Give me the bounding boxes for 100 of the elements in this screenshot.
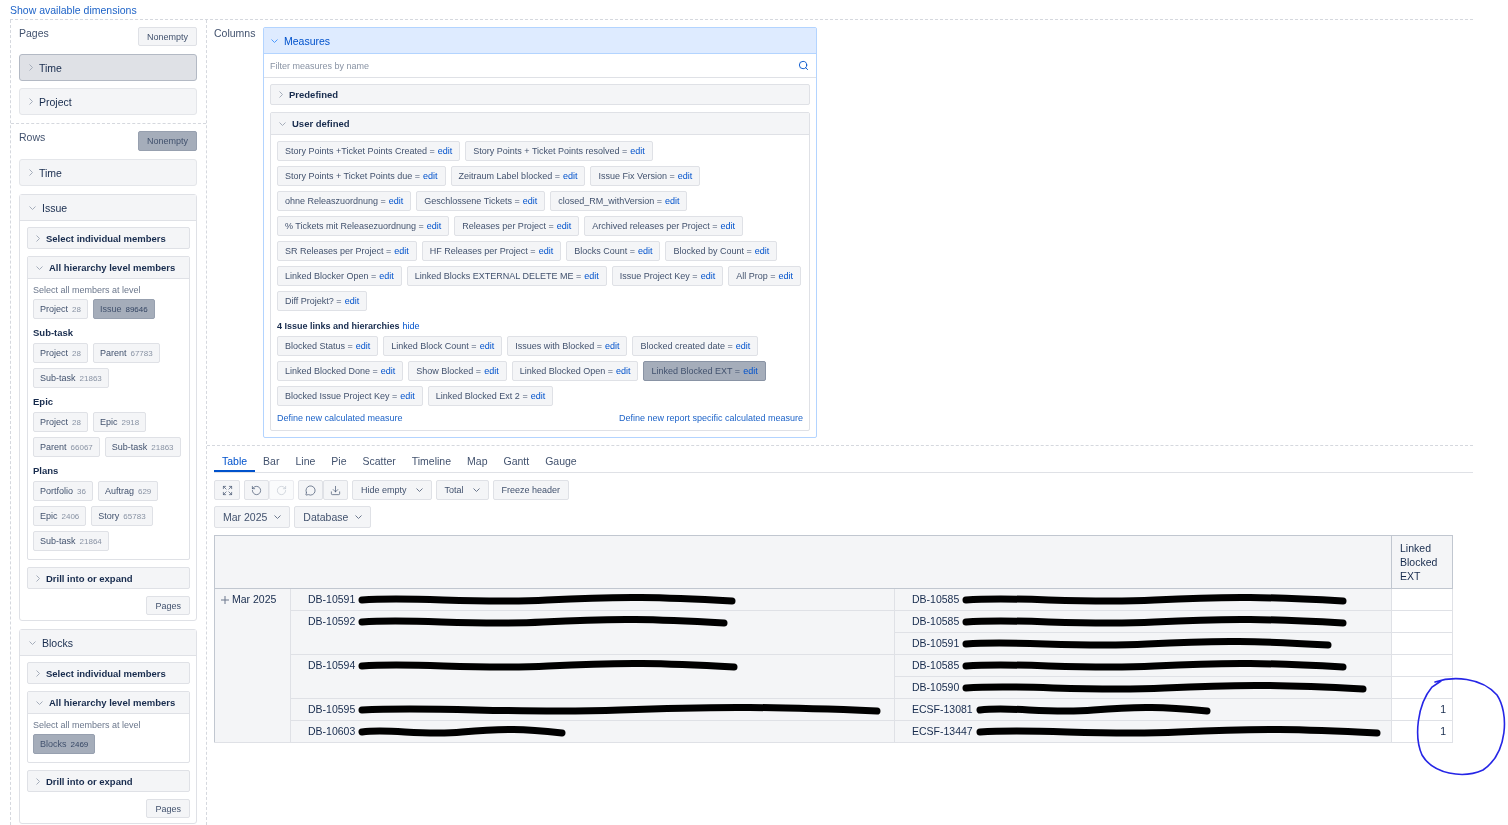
edit-link[interactable]: edit <box>615 366 631 376</box>
measure-chip[interactable]: Blocked by Count = edit <box>665 241 778 261</box>
level-chip[interactable]: Project 28 <box>33 343 88 363</box>
nonempty-button[interactable]: Nonempty <box>137 27 197 46</box>
dimension-item[interactable]: Project <box>19 88 197 115</box>
edit-link[interactable]: edit <box>700 271 716 281</box>
edit-link[interactable]: edit <box>677 171 693 181</box>
measure-chip[interactable]: Linked Blocked Ext 2 = edit <box>427 386 554 406</box>
edit-link[interactable]: edit <box>344 296 360 306</box>
edit-link[interactable]: edit <box>630 146 645 156</box>
undo-button[interactable] <box>244 480 269 500</box>
edit-link[interactable]: edit <box>778 271 793 281</box>
level-chip[interactable]: Auftrag 629 <box>97 481 159 501</box>
level-chip[interactable]: Portfolio 36 <box>33 481 93 501</box>
dimension-item[interactable]: Time <box>19 54 197 81</box>
measures-header[interactable]: Measures <box>264 28 816 54</box>
measure-chip[interactable]: % Tickets mit Releasezuordnung = edit <box>277 216 450 236</box>
edit-link[interactable]: edit <box>735 341 751 351</box>
pages-button[interactable]: Pages <box>146 596 190 615</box>
level-chip[interactable]: Parent 67783 <box>92 343 160 363</box>
edit-link[interactable]: edit <box>484 366 499 376</box>
section-toggle[interactable]: Select individual members <box>27 227 190 249</box>
edit-link[interactable]: edit <box>479 341 495 351</box>
edit-link[interactable]: edit <box>538 246 554 256</box>
level-chip[interactable]: Sub-task 21863 <box>33 368 109 388</box>
filter-dropdown[interactable]: Mar 2025 <box>214 506 291 528</box>
search-icon[interactable] <box>798 60 809 71</box>
freeze-header-button[interactable]: Freeze header <box>492 480 570 500</box>
fullscreen-button[interactable] <box>214 480 240 500</box>
level-chip[interactable]: Project 28 <box>33 299 88 319</box>
edit-link[interactable]: edit <box>562 171 578 181</box>
section-toggle[interactable]: Drill into or expand <box>27 567 190 589</box>
measure-chip[interactable]: Releases per Project = edit <box>454 216 580 236</box>
dimension-header[interactable]: Issue <box>20 195 196 221</box>
filter-dropdown[interactable]: Database <box>294 506 372 528</box>
measure-chip[interactable]: Story Points + Ticket Points due = edit <box>277 166 446 186</box>
measure-chip[interactable]: SR Releases per Project = edit <box>277 241 417 261</box>
edit-link[interactable]: edit <box>437 146 453 156</box>
calculated-measure-link[interactable]: Define new calculated measure <box>277 413 403 424</box>
measure-chip[interactable]: Story Points + Ticket Points resolved = edit <box>465 141 653 161</box>
section-toggle[interactable]: All hierarchy level members <box>28 692 189 714</box>
edit-link[interactable]: edit <box>379 271 394 281</box>
view-tab[interactable]: Map <box>459 452 496 472</box>
edit-link[interactable]: edit <box>355 341 371 351</box>
edit-link[interactable]: edit <box>394 246 409 256</box>
measure-chip[interactable]: Geschlossene Tickets = edit <box>416 191 546 211</box>
edit-link[interactable]: edit <box>423 171 438 181</box>
view-tab[interactable]: Scatter <box>354 452 404 472</box>
measure-chip[interactable]: Linked Blocker Open = edit <box>277 266 402 286</box>
measure-chip[interactable]: Linked Blocked Done = edit <box>277 361 404 381</box>
dropdown-button[interactable]: Hide empty <box>352 480 432 500</box>
view-tab[interactable]: Line <box>287 452 324 472</box>
section-toggle[interactable]: Select individual members <box>27 662 190 684</box>
level-chip[interactable]: Blocks 2469 <box>33 734 96 754</box>
measure-chip[interactable]: closed_RM_withVersion = edit <box>550 191 688 211</box>
view-tab[interactable]: Gauge <box>537 452 585 472</box>
edit-link[interactable]: edit <box>754 246 770 256</box>
measure-group-toggle[interactable]: Predefined <box>270 84 810 105</box>
download-button[interactable] <box>323 480 348 500</box>
level-chip[interactable]: Sub-task 21864 <box>33 531 109 551</box>
measure-chip[interactable]: Issue Project Key = edit <box>611 266 724 286</box>
dimension-header[interactable]: Blocks <box>20 630 196 656</box>
pages-button[interactable]: Pages <box>146 799 190 818</box>
view-tab[interactable]: Pie <box>323 452 355 472</box>
edit-link[interactable]: edit <box>556 221 572 231</box>
measure-chip[interactable]: Linked Blocked EXT = edit <box>643 361 766 381</box>
hide-link[interactable]: hide <box>402 321 420 332</box>
edit-link[interactable]: edit <box>380 366 396 376</box>
measure-chip[interactable]: HF Releases per Project = edit <box>421 241 562 261</box>
level-chip[interactable]: Story 65783 <box>91 506 153 526</box>
view-tab[interactable]: Timeline <box>403 452 460 472</box>
measure-chip[interactable]: Blocked Issue Project Key = edit <box>277 386 423 406</box>
level-chip[interactable]: Parent 66067 <box>33 437 100 457</box>
dimension-item[interactable]: Time <box>19 159 197 186</box>
level-chip[interactable]: Epic 2918 <box>92 412 147 432</box>
view-tab[interactable]: Gantt <box>495 452 538 472</box>
edit-link[interactable]: edit <box>400 391 415 401</box>
edit-link[interactable]: edit <box>388 196 404 206</box>
measure-chip[interactable]: Issues with Blocked = edit <box>507 336 628 356</box>
measure-chip[interactable]: Blocked Status = edit <box>277 336 379 356</box>
measure-chip[interactable]: Issue Fix Version = edit <box>590 166 701 186</box>
edit-link[interactable]: edit <box>584 271 599 281</box>
view-tab[interactable]: Bar <box>255 452 288 472</box>
section-toggle[interactable]: All hierarchy level members <box>28 257 189 279</box>
plus-icon[interactable] <box>221 595 229 604</box>
view-tab[interactable]: Table <box>214 452 256 472</box>
calculated-measure-link[interactable]: Define new report specific calculated measure <box>618 413 803 424</box>
edit-link[interactable]: edit <box>522 196 538 206</box>
measure-chip[interactable]: Story Points +Ticket Points Created = edit <box>277 141 461 161</box>
nonempty-button[interactable]: Nonempty <box>137 131 197 151</box>
level-chip[interactable]: Epic 2406 <box>33 506 87 526</box>
measure-chip[interactable]: All Prop = edit <box>728 266 801 286</box>
edit-link[interactable]: edit <box>720 221 735 231</box>
level-chip[interactable]: Project 28 <box>33 412 88 432</box>
edit-link[interactable]: edit <box>426 221 442 231</box>
measure-chip[interactable]: Linked Block Count = edit <box>383 336 503 356</box>
edit-link[interactable]: edit <box>604 341 620 351</box>
level-chip[interactable]: Issue 89646 <box>92 299 155 319</box>
dimensions-link[interactable]: Show available dimensions <box>10 3 137 16</box>
comment-button[interactable] <box>298 480 323 500</box>
